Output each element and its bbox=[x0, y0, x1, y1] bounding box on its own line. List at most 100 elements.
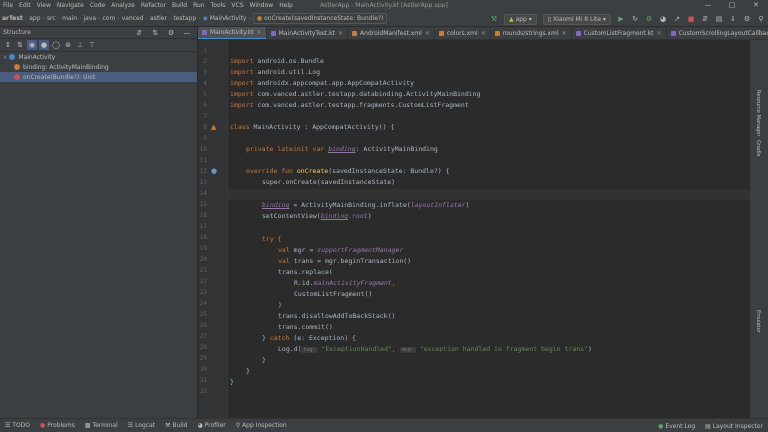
tab-customlistfragment[interactable]: CustomListFragment.kt ✕ bbox=[572, 27, 667, 39]
tool-tab-gradle[interactable]: Gradle bbox=[755, 140, 761, 157]
sort-icon[interactable]: ↕ bbox=[3, 40, 13, 50]
device-select[interactable]: ▯ Xiaomi Mi 8 Lite ▾ bbox=[542, 13, 611, 25]
breadcrumb-com[interactable]: com bbox=[100, 15, 117, 22]
menu-edit[interactable]: Edit bbox=[16, 2, 34, 9]
tab-customscrolling[interactable]: CustomScrollingLayoutCallbackWe bbox=[667, 27, 768, 39]
line-number: 28 bbox=[199, 344, 207, 351]
import-path: android.util.Log bbox=[257, 68, 321, 76]
tool-app-inspection[interactable]: ⚲ App Inspection bbox=[236, 422, 287, 429]
breadcrumb-app[interactable]: app bbox=[27, 15, 42, 22]
tree-item-label: MainActivity bbox=[18, 53, 56, 61]
method-icon: ● bbox=[256, 15, 265, 22]
filter-icon[interactable]: ⊛ bbox=[63, 40, 73, 50]
tree-item-method[interactable]: onCreate(Bundle?): Unit bbox=[0, 72, 197, 82]
module-select[interactable]: ▲ app ▾ bbox=[504, 13, 537, 25]
breadcrumb-class[interactable]: ◉ MainActivity bbox=[201, 15, 249, 22]
show-fields-icon[interactable]: ● bbox=[39, 40, 49, 50]
collapse-all-icon[interactable]: ⇅ bbox=[150, 28, 160, 38]
breadcrumb-main[interactable]: main bbox=[60, 15, 79, 22]
menu-window[interactable]: Window bbox=[247, 2, 277, 9]
autoscroll-icon[interactable]: ⊤ bbox=[87, 40, 97, 50]
kotlin-file-icon bbox=[202, 30, 207, 35]
keyword: import bbox=[230, 90, 254, 98]
line-number: 17 bbox=[199, 223, 207, 230]
tab-colors[interactable]: colors.xml ✕ bbox=[435, 27, 491, 39]
override-icon[interactable]: ● bbox=[211, 166, 217, 177]
close-icon[interactable]: ✕ bbox=[425, 27, 430, 39]
tool-layout-inspector[interactable]: ▤ Layout Inspector bbox=[705, 423, 763, 430]
line-number: 15 bbox=[199, 201, 207, 208]
tab-label: colors.xml bbox=[446, 30, 478, 37]
close-icon[interactable]: ✕ bbox=[257, 27, 262, 39]
sync-icon[interactable]: ⇵ bbox=[700, 14, 710, 24]
chevron-right-icon: › bbox=[248, 15, 251, 22]
tool-event-log[interactable]: ● Event Log bbox=[658, 423, 695, 430]
tree-item-root[interactable]: ∨ MainActivity bbox=[0, 52, 197, 62]
sort-alpha-icon[interactable]: ⇅ bbox=[15, 40, 25, 50]
breadcrumb-testapp[interactable]: testapp bbox=[171, 15, 198, 22]
breadcrumb-astler[interactable]: astler bbox=[148, 15, 169, 22]
close-icon[interactable]: ✕ bbox=[338, 27, 343, 39]
tool-profiler[interactable]: ◕ Profiler bbox=[197, 422, 225, 429]
menu-tools[interactable]: Tools bbox=[208, 2, 229, 9]
stop-icon[interactable]: ■ bbox=[686, 14, 696, 24]
menu-run[interactable]: Run bbox=[190, 2, 208, 9]
close-icon[interactable]: ✕ bbox=[562, 27, 567, 39]
show-properties-icon[interactable]: ◉ bbox=[27, 40, 37, 50]
debug-icon[interactable]: ⚙ bbox=[644, 14, 654, 24]
tab-strings[interactable]: rounds/strings.xml ✕ bbox=[491, 27, 572, 39]
statement: setContentView( bbox=[262, 212, 321, 220]
attach-debugger-icon[interactable]: ↗ bbox=[672, 14, 682, 24]
settings-icon[interactable]: ⚙ bbox=[742, 14, 752, 24]
menu-refactor[interactable]: Refactor bbox=[138, 2, 169, 9]
search-icon[interactable]: ⚲ bbox=[756, 14, 766, 24]
hide-icon[interactable]: — bbox=[182, 28, 192, 38]
tab-mainactivity[interactable]: MainActivity.kt ✕ bbox=[198, 27, 267, 39]
tool-logcat[interactable]: ☰ Logcat bbox=[128, 422, 155, 429]
tool-tab-emulator[interactable]: Emulator bbox=[755, 310, 761, 333]
tool-build[interactable]: ⚒ Build bbox=[165, 422, 187, 429]
device-manager-icon[interactable]: ▤ bbox=[714, 14, 724, 24]
apply-changes-icon[interactable]: ↻ bbox=[630, 14, 640, 24]
breadcrumb-project[interactable]: arTest bbox=[0, 15, 25, 22]
hammer-icon[interactable]: ⚒ bbox=[489, 14, 499, 24]
code-editor[interactable]: import android.os.Bundle import android.… bbox=[228, 40, 750, 418]
scroll-to-icon[interactable]: ⊥ bbox=[75, 40, 85, 50]
menu-build[interactable]: Build bbox=[169, 2, 190, 9]
maximize-icon[interactable]: □ bbox=[720, 0, 744, 11]
line-number: 23 bbox=[199, 289, 207, 296]
breadcrumb-vanced[interactable]: vanced bbox=[120, 15, 146, 22]
menu-analyze[interactable]: Analyze bbox=[108, 2, 138, 9]
gear-icon[interactable]: ⚙ bbox=[166, 28, 176, 38]
run-icon[interactable]: ▶ bbox=[616, 14, 626, 24]
tool-problems[interactable]: ● Problems bbox=[40, 422, 75, 429]
breadcrumb-src[interactable]: src bbox=[45, 15, 58, 22]
menu-code[interactable]: Code bbox=[87, 2, 108, 9]
class-run-icon[interactable]: ▲ bbox=[211, 122, 216, 133]
tree-item-property[interactable]: binding: ActivityMainBinding bbox=[0, 62, 197, 72]
menu-navigate[interactable]: Navigate bbox=[54, 2, 87, 9]
breadcrumb-method[interactable]: ● onCreate(savedInstanceState: Bundle?) bbox=[252, 13, 388, 24]
minimize-icon[interactable]: — bbox=[696, 0, 720, 11]
hammer-icon: ⚒ bbox=[165, 422, 173, 429]
tool-tab-resource-manager[interactable]: Resource Manager bbox=[755, 90, 761, 136]
tool-todo[interactable]: ☰ TODO bbox=[5, 422, 30, 429]
menu-vcs[interactable]: VCS bbox=[228, 2, 246, 9]
menu-help[interactable]: Help bbox=[276, 2, 296, 9]
profile-icon[interactable]: ◕ bbox=[658, 14, 668, 24]
tab-mainactivitytest[interactable]: MainActivityTest.kt ✕ bbox=[267, 27, 349, 39]
menu-view[interactable]: View bbox=[34, 2, 54, 9]
sdk-manager-icon[interactable]: ⇓ bbox=[728, 14, 738, 24]
close-icon[interactable]: ✕ bbox=[481, 27, 486, 39]
close-icon[interactable]: ✕ bbox=[744, 0, 768, 11]
keyword: private lateinit var bbox=[246, 145, 325, 153]
close-icon[interactable]: ✕ bbox=[657, 27, 662, 39]
menu-file[interactable]: File bbox=[0, 2, 16, 9]
tool-terminal[interactable]: ▩ Terminal bbox=[85, 422, 118, 429]
tab-androidmanifest[interactable]: AndroidManifest.xml ✕ bbox=[348, 27, 435, 39]
breadcrumb-java[interactable]: java bbox=[82, 15, 99, 22]
show-inherited-icon[interactable]: ◯ bbox=[51, 40, 61, 50]
expand-all-icon[interactable]: ⇵ bbox=[134, 28, 144, 38]
right-tool-strip: Resource Manager Gradle Emulator bbox=[750, 40, 768, 418]
statement: trans.disallowAddToBackStack() bbox=[278, 312, 396, 320]
